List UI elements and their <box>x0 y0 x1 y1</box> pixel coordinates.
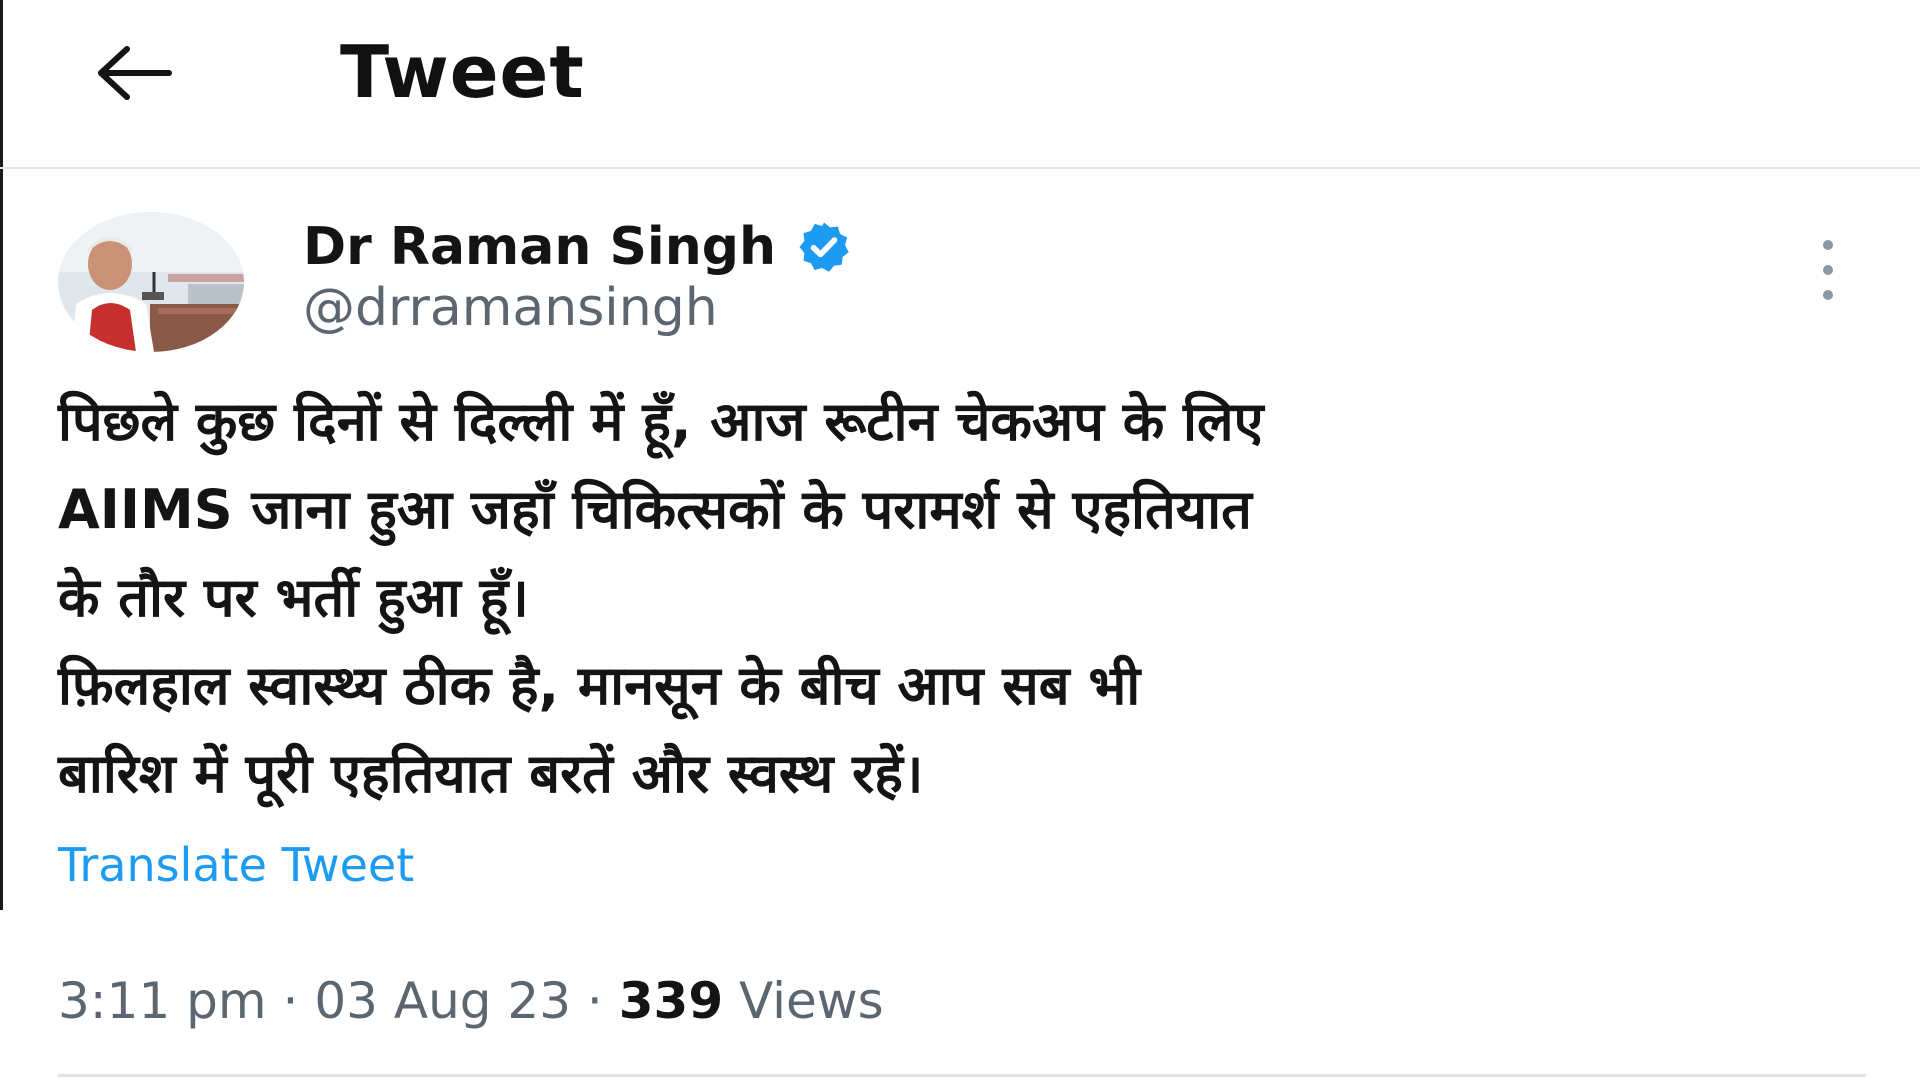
tweet-text-line: बारिश में पूरी एहतियात बरतें और स्वस्थ र… <box>58 742 924 805</box>
translate-tweet-link[interactable]: Translate Tweet <box>58 838 414 892</box>
tweet-text-line: के तौर पर भर्ती हुआ हूँ। <box>58 566 529 629</box>
back-button[interactable] <box>88 38 178 108</box>
more-options-button[interactable] <box>1808 240 1848 300</box>
arrow-left-icon <box>98 46 172 100</box>
tweet-date[interactable]: 03 Aug 23 <box>314 972 571 1030</box>
meta-separator: · <box>282 972 299 1030</box>
avatar-photo <box>58 212 244 352</box>
meta-separator: · <box>586 972 603 1030</box>
tweet-time[interactable]: 3:11 pm <box>58 972 267 1030</box>
more-vertical-icon-dot <box>1823 290 1833 300</box>
tweet-text: पिछले कुछ दिनों से दिल्ली में हूँ, आज रू… <box>58 378 1878 818</box>
divider <box>58 1074 1866 1077</box>
more-vertical-icon-dot <box>1823 265 1833 275</box>
author-name[interactable]: Dr Raman Singh <box>303 217 776 277</box>
tweet-page: Tweet Dr Raman Singh @drramansingh पिछले… <box>0 0 1920 1080</box>
verified-badge-icon <box>799 222 849 272</box>
more-vertical-icon <box>1823 240 1833 250</box>
tweet-text-line: AIIMS जाना हुआ जहाँ चिकित्सकों के परामर्… <box>58 478 1252 541</box>
tweet-text-line: पिछले कुछ दिनों से दिल्ली में हूँ, आज रू… <box>58 390 1264 453</box>
avatar[interactable] <box>58 212 244 352</box>
header-bar: Tweet <box>0 0 1920 169</box>
tweet-meta: 3:11 pm · 03 Aug 23 · 339 Views <box>58 972 884 1030</box>
author-name-row[interactable]: Dr Raman Singh <box>303 214 852 280</box>
views-label: Views <box>739 972 884 1030</box>
page-title: Tweet <box>340 30 585 114</box>
author-handle[interactable]: @drramansingh <box>303 278 718 338</box>
tweet-text-line: फ़िलहाल स्वास्थ्य ठीक है, मानसून के बीच … <box>58 654 1141 717</box>
views-count: 339 <box>618 972 724 1030</box>
